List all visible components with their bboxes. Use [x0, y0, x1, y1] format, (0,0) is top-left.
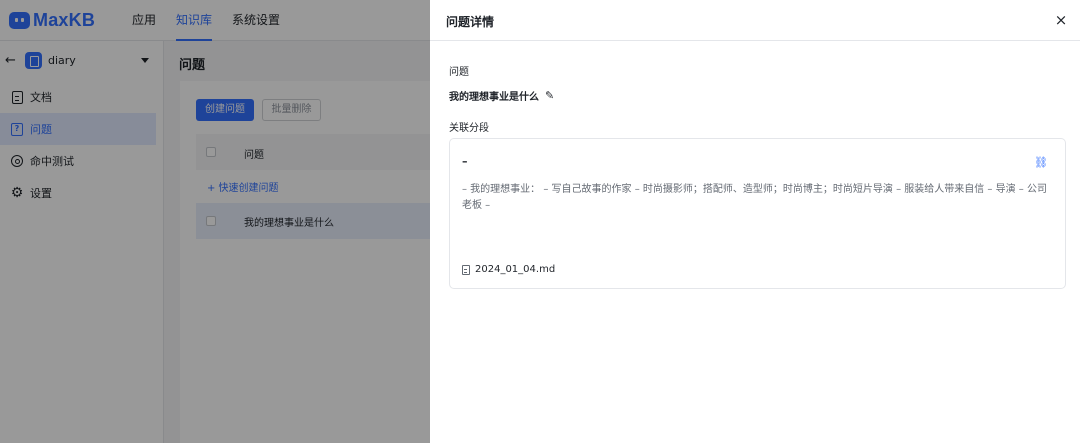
related-paragraph-label: 关联分段	[449, 123, 489, 134]
question-label: 问题	[449, 67, 469, 78]
question-row: 我的理想事业是什么 ✎	[449, 87, 554, 103]
file-name: 2024_01_04.md	[475, 264, 556, 275]
question-value: 我的理想事业是什么	[449, 91, 539, 103]
drawer-header: 问题详情 ×	[430, 0, 1080, 41]
paragraph-file: 2024_01_04.md	[462, 264, 555, 275]
close-icon[interactable]: ×	[1054, 13, 1068, 28]
unlink-icon[interactable]: ⛓	[1034, 156, 1048, 169]
question-detail-drawer: 问题详情 × 问题 我的理想事业是什么 ✎ 关联分段 – ⛓ – 我的理想事业：…	[430, 0, 1080, 443]
paragraph-content: – 我的理想事业： – 写自己故事的作家 – 时尚摄影师；搭配师、造型师；时尚博…	[462, 184, 1047, 211]
file-icon	[462, 264, 470, 275]
modal-overlay[interactable]	[0, 0, 430, 443]
paragraph-title: –	[462, 155, 468, 168]
paragraph-card[interactable]: – ⛓ – 我的理想事业： – 写自己故事的作家 – 时尚摄影师；搭配师、造型师…	[449, 138, 1066, 289]
edit-icon[interactable]: ✎	[545, 89, 554, 102]
drawer-title: 问题详情	[446, 15, 495, 29]
